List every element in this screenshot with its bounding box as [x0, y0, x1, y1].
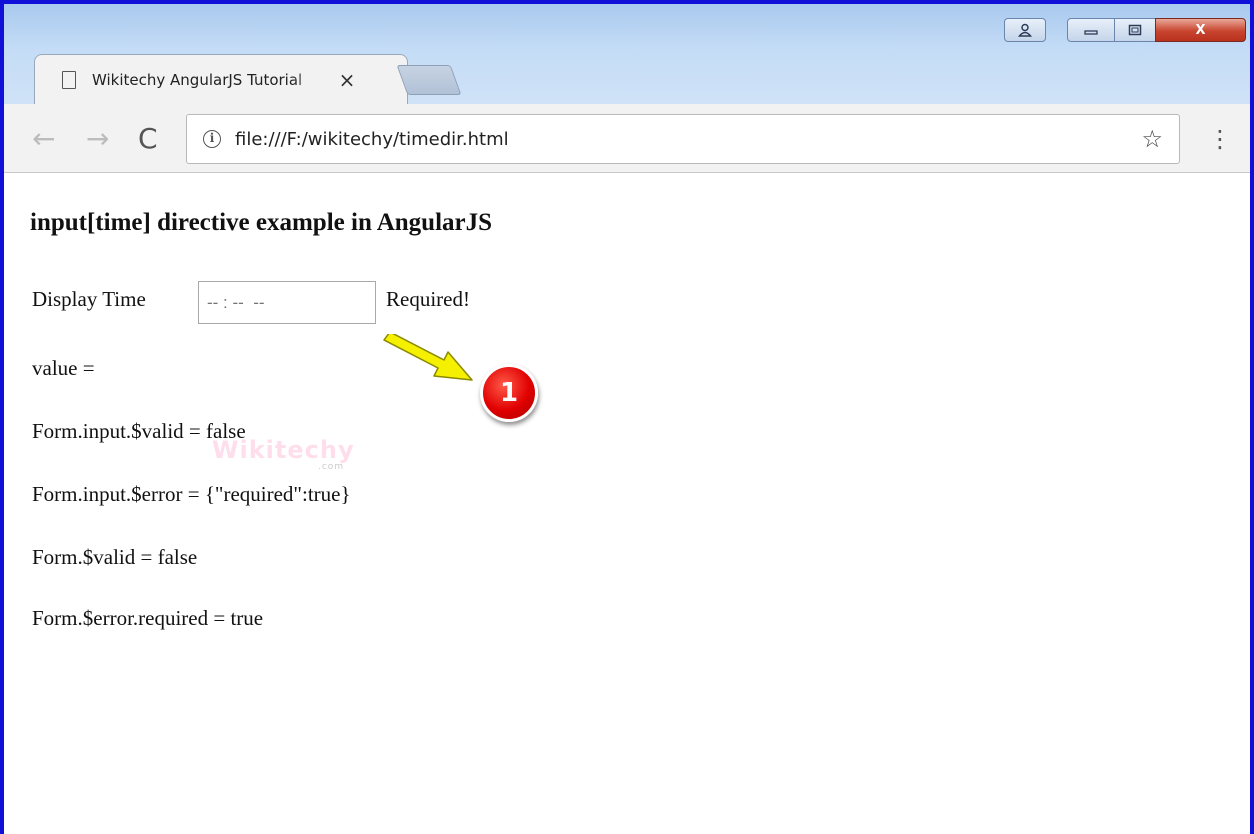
url-text[interactable]: file:///F:/wikitechy/timedir.html: [235, 129, 1141, 150]
maximize-button[interactable]: [1114, 18, 1156, 42]
input-valid-output: Form.input.$valid = false: [32, 419, 246, 443]
annotation-badge: 1: [480, 364, 538, 422]
user-icon: [1018, 23, 1032, 37]
browser-tab[interactable]: Wikitechy AngularJS Tutorial ×: [34, 54, 408, 106]
watermark-suffix: .com: [318, 462, 345, 472]
minimize-icon: [1084, 30, 1098, 35]
browser-menu-icon[interactable]: ⋮: [1208, 122, 1232, 156]
back-arrow-icon[interactable]: ←: [32, 122, 55, 156]
new-tab-button[interactable]: [396, 65, 462, 95]
user-profile-button[interactable]: [1004, 18, 1046, 42]
display-time-label: Display Time: [32, 287, 146, 311]
form-error-output: Form.$error.required = true: [32, 606, 264, 630]
close-icon: X: [1195, 22, 1206, 38]
input-error-output: Form.input.$error = {"required":true}: [32, 482, 351, 506]
close-window-button[interactable]: X: [1155, 18, 1246, 42]
value-output: value =: [32, 356, 95, 380]
reload-icon[interactable]: C: [138, 122, 158, 156]
page-heading: input[time] directive example in Angular…: [30, 209, 493, 236]
form-valid-output: Form.$valid = false: [32, 545, 198, 569]
bookmark-star-icon[interactable]: ☆: [1141, 125, 1163, 153]
forward-arrow-icon[interactable]: →: [86, 122, 109, 156]
browser-window: X Wikitechy AngularJS Tutorial × ← → C i…: [0, 0, 1254, 834]
annotation-arrow-icon: [383, 334, 473, 381]
tab-close-icon[interactable]: ×: [336, 68, 358, 92]
minimize-button[interactable]: [1067, 18, 1115, 42]
time-input[interactable]: [198, 281, 376, 324]
address-bar[interactable]: i file:///F:/wikitechy/timedir.html ☆: [186, 114, 1180, 164]
required-message: Required!: [386, 287, 470, 311]
info-icon[interactable]: i: [203, 130, 221, 148]
page-icon: [62, 71, 76, 89]
tab-title: Wikitechy AngularJS Tutorial: [92, 71, 303, 89]
maximize-icon: [1128, 24, 1142, 36]
